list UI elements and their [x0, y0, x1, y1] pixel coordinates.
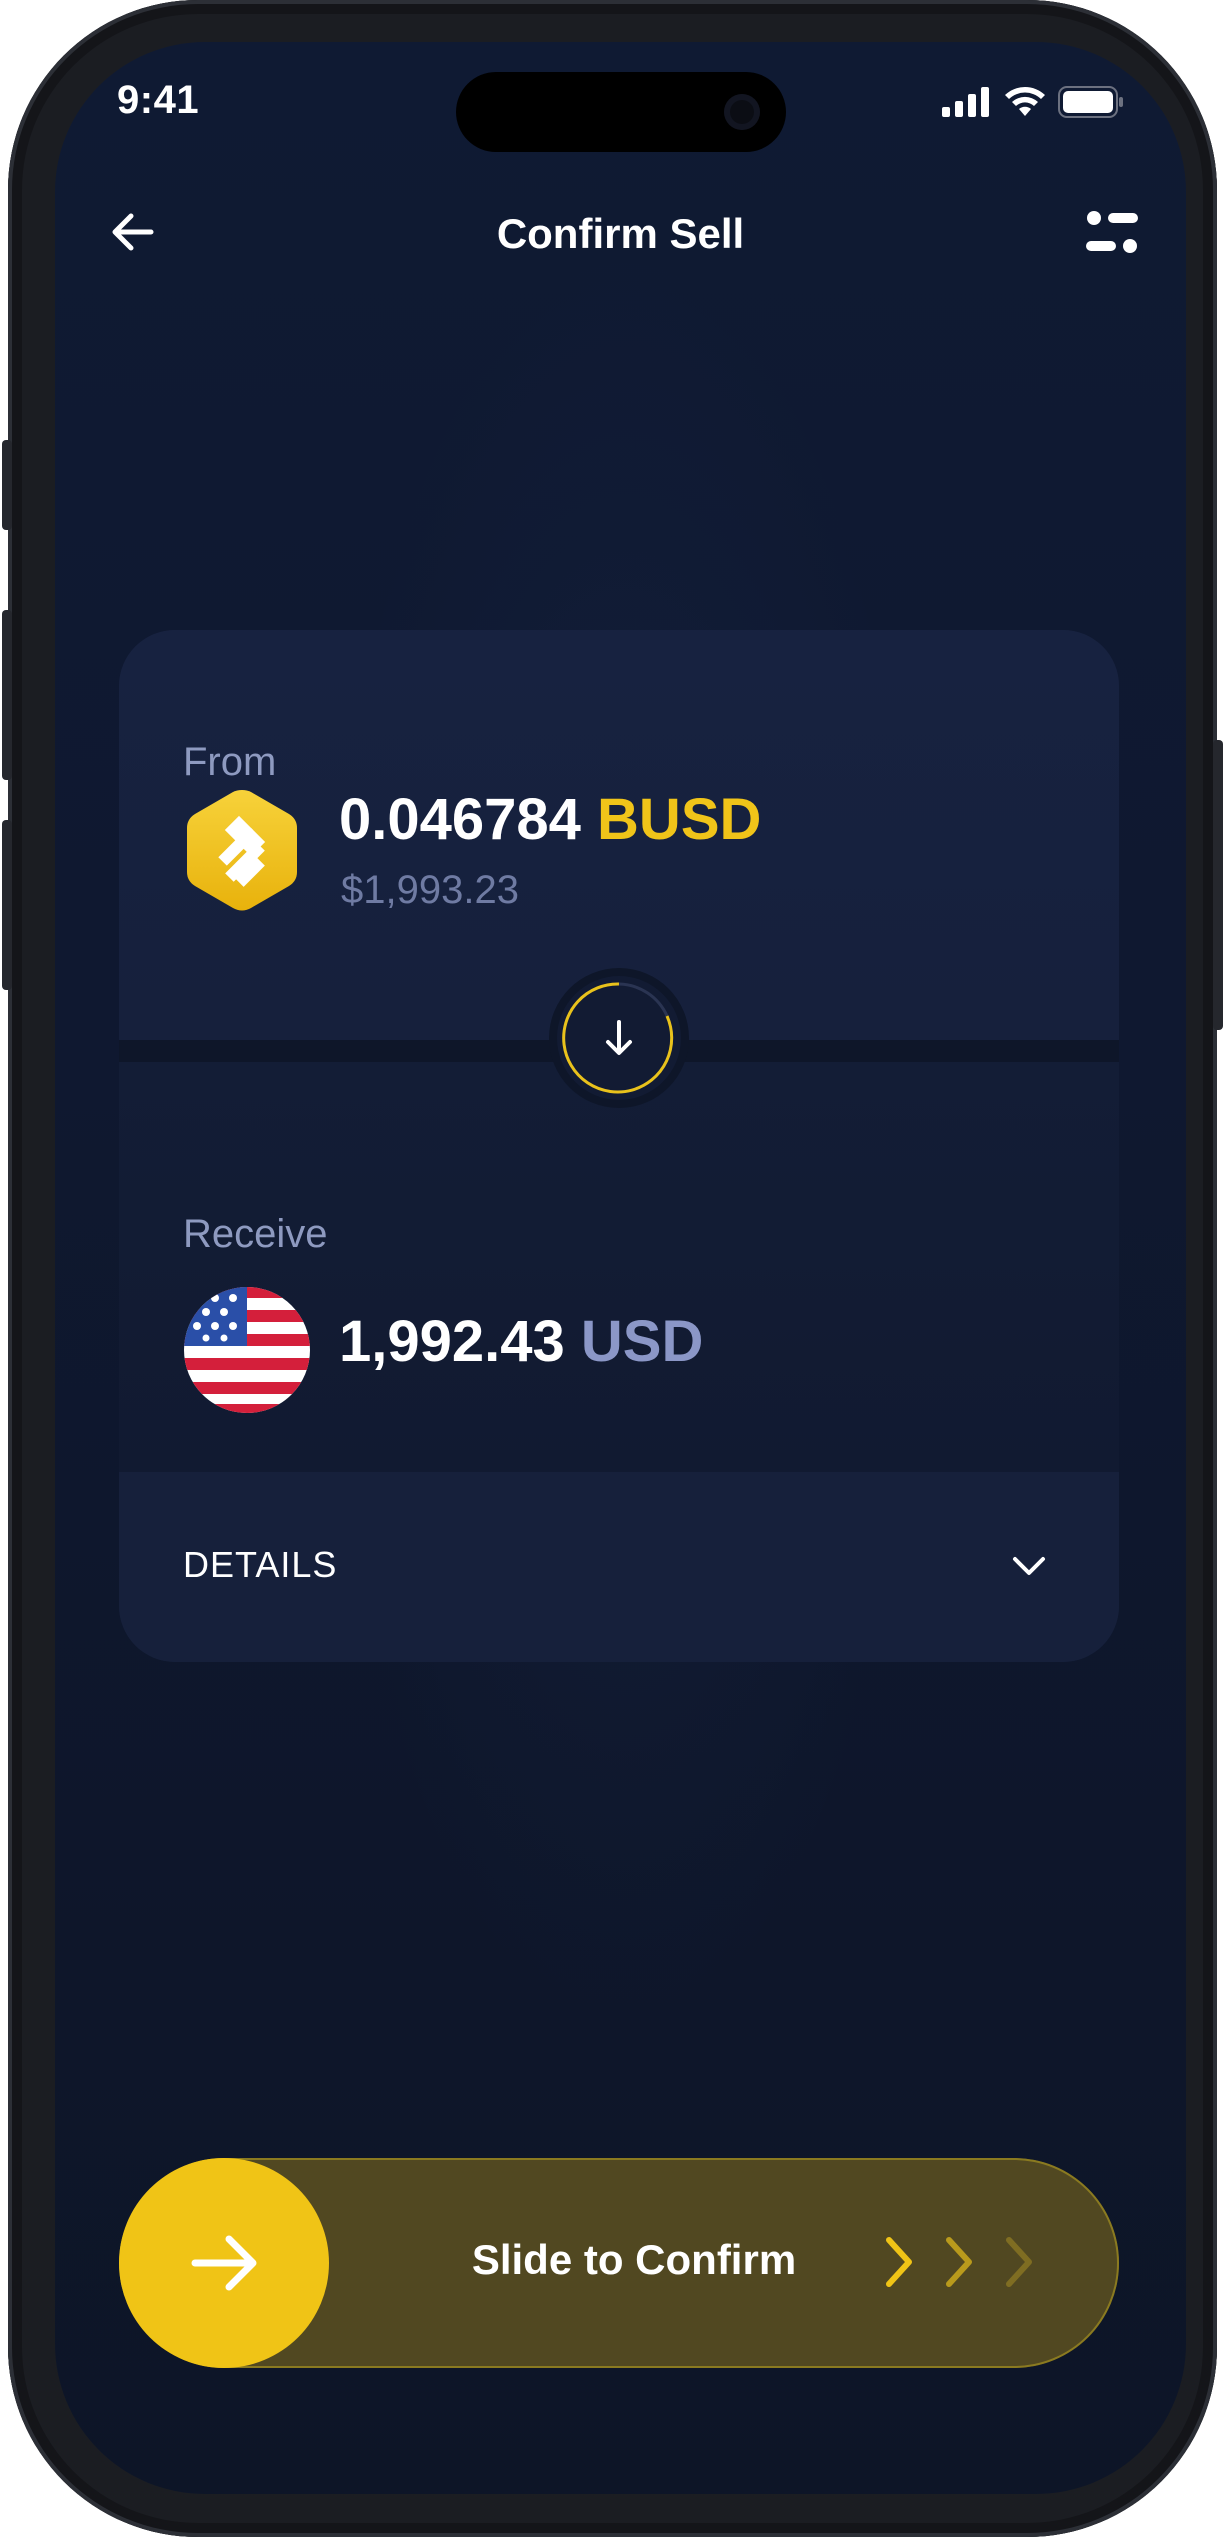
from-currency: BUSD [597, 787, 762, 852]
filter-icon [1086, 211, 1138, 253]
arrow-down-icon [562, 982, 674, 1094]
receive-amount: 1,992.43 [339, 1309, 565, 1374]
receive-section: Receive 1,992.43 USD [119, 1062, 1119, 1472]
phone-frame: 9:41 Confirm Sell From 0.046784 BUSD $1,… [2, 0, 1223, 2537]
details-label: DETAILS [183, 1544, 338, 1585]
filter-button[interactable] [1082, 204, 1142, 260]
slide-to-confirm[interactable]: Slide to Confirm [119, 2158, 1119, 2368]
volume-up-button [2, 610, 12, 780]
power-button [1213, 740, 1223, 1030]
wifi-icon [1005, 87, 1045, 116]
dynamic-island [456, 72, 786, 152]
chevron-right-icon [946, 2237, 972, 2287]
confirm-card: From 0.046784 BUSD $1,993.23 Receive 1,9… [119, 630, 1119, 1662]
camera-icon [724, 94, 760, 130]
from-fiat-value: $1,993.23 [341, 868, 519, 912]
chevron-right-icon [1006, 2237, 1032, 2287]
from-amount-line: 0.046784 BUSD [339, 786, 761, 853]
signal-icon [942, 87, 989, 117]
status-icons [942, 86, 1124, 118]
from-label: From [183, 740, 277, 784]
busd-icon [183, 786, 301, 914]
from-amount: 0.046784 [339, 787, 581, 852]
app-header: Confirm Sell [55, 192, 1186, 272]
us-flag-icon [183, 1286, 311, 1414]
action-button [2, 440, 12, 530]
receive-amount-line: 1,992.43 USD [339, 1308, 703, 1375]
chevron-down-icon [1013, 1557, 1045, 1575]
volume-down-button [2, 820, 12, 990]
receive-label: Receive [183, 1212, 328, 1256]
details-toggle[interactable]: DETAILS [119, 1472, 1119, 1662]
slider-hint-arrows [881, 2234, 1037, 2290]
page-title: Confirm Sell [496, 210, 745, 257]
chevron-right-icon [886, 2237, 912, 2287]
receive-currency: USD [580, 1309, 704, 1374]
battery-icon [1058, 86, 1123, 118]
swap-direction-button[interactable] [557, 976, 681, 1100]
status-time: 9:41 [117, 78, 200, 122]
app-screen: 9:41 Confirm Sell From 0.046784 BUSD $1,… [55, 42, 1186, 2494]
